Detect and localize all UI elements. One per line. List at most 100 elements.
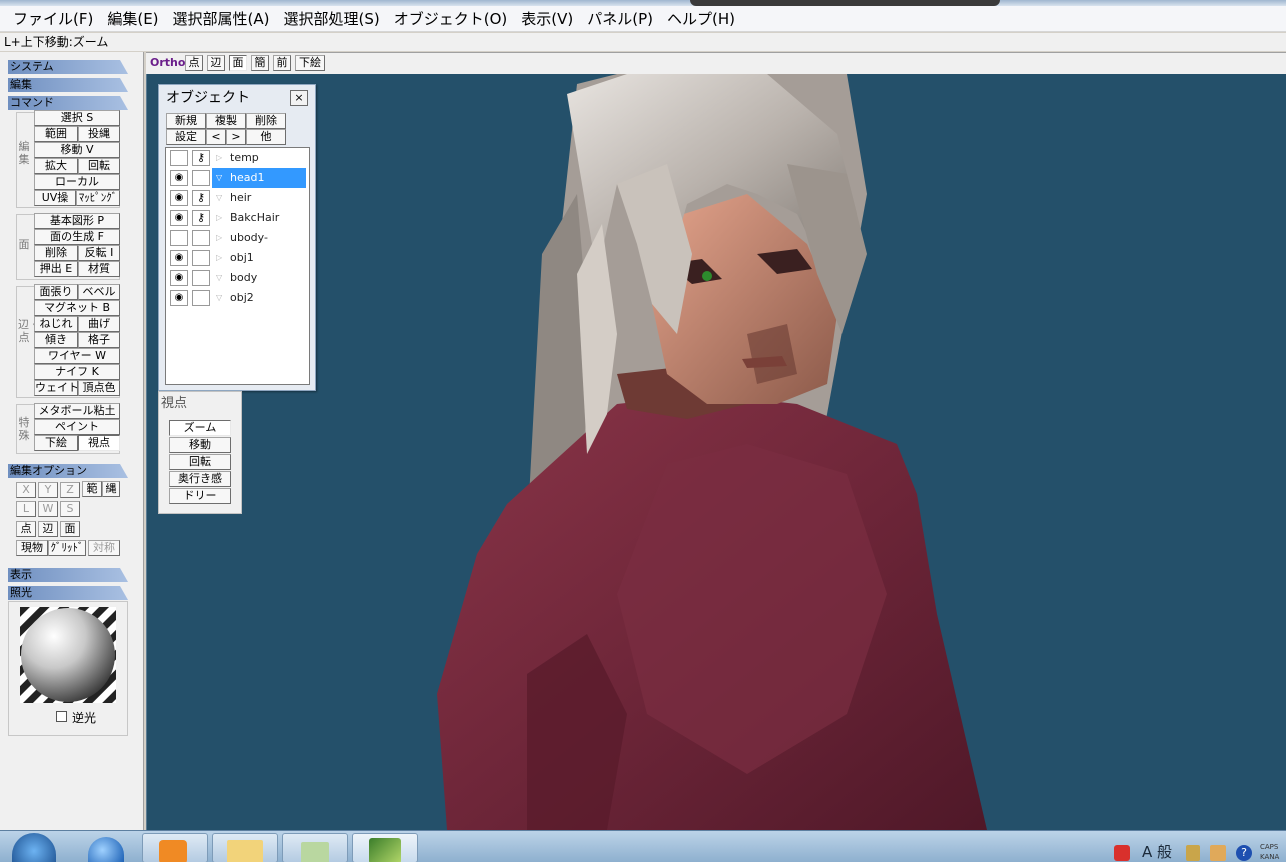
make-face-button[interactable]: 面の生成 F [34,229,120,245]
object-row[interactable]: ◉ ▽ obj2 [166,288,309,308]
move-button[interactable]: 移動 V [34,142,120,158]
eye-icon[interactable]: ◉ [170,270,188,286]
object-row[interactable]: ◉ ⚷ ▷ BakcHair [166,208,309,228]
browser-icon[interactable] [88,837,124,862]
visibility-toggle[interactable] [170,150,188,166]
lock-toggle[interactable] [192,290,210,306]
delete-button[interactable]: 削除 [34,245,78,261]
menu-selection-attributes[interactable]: 選択部属性(A) [166,6,277,32]
lock-icon[interactable]: ⚷ [192,150,210,166]
view-front-button[interactable]: 前 [273,55,291,71]
move-down-button[interactable]: > [226,129,246,145]
magnet-button[interactable]: マグネット B [34,300,120,316]
lock-toggle[interactable] [192,250,210,266]
section-command[interactable]: コマンド [8,96,128,110]
app-task[interactable] [282,833,348,862]
lock-toggle[interactable] [192,270,210,286]
view-face-button[interactable]: 面 [229,55,247,71]
lock-icon[interactable]: ⚷ [192,210,210,226]
ortho-toggle[interactable]: Ortho [150,56,185,69]
visibility-toggle[interactable] [170,230,188,246]
metaball-button[interactable]: メタボール粘土 [34,403,120,419]
help-icon[interactable]: ? [1236,845,1252,861]
delete-object-button[interactable]: 削除 [246,113,286,129]
light-sphere-preview[interactable] [20,607,116,703]
zoom-button[interactable]: ズーム [169,420,231,436]
lattice-button[interactable]: 格子 [78,332,120,348]
menu-help[interactable]: ヘルプ(H) [660,6,742,32]
lasso-button[interactable]: 投縄 [78,126,120,142]
menu-edit[interactable]: 編集(E) [100,6,165,32]
menu-object[interactable]: オブジェクト(O) [387,6,515,32]
view-simple-button[interactable]: 簡 [251,55,269,71]
expand-icon[interactable]: ▷ [216,251,222,265]
uv-button[interactable]: UV操 [34,190,76,206]
menu-panel[interactable]: パネル(P) [580,6,660,32]
orbit-button[interactable]: 回転 [169,454,231,470]
local-button[interactable]: ローカル [34,174,120,190]
range-mode-toggle[interactable]: 範 [82,481,102,497]
menu-selection-process[interactable]: 選択部処理(S) [277,6,387,32]
rotate-button[interactable]: 回転 [78,158,120,174]
paint-button[interactable]: ペイント [34,419,120,435]
coord-s-toggle[interactable]: S [60,501,80,517]
range-button[interactable]: 範囲 [34,126,78,142]
edge-select-toggle[interactable]: 辺 [38,521,58,537]
object-row[interactable]: ◉ ⚷ ▽ heir [166,188,309,208]
menu-view[interactable]: 表示(V) [514,6,580,32]
dolly-button[interactable]: ドリー [169,488,231,504]
eye-icon[interactable]: ◉ [170,190,188,206]
bevel-button[interactable]: ベベル [78,284,120,300]
eye-icon[interactable]: ◉ [170,290,188,306]
expand-icon[interactable]: ▷ [216,231,222,245]
lock-toggle[interactable] [192,230,210,246]
scale-button[interactable]: 拡大 [34,158,78,174]
object-row[interactable]: ▷ ubody- [166,228,309,248]
twist-button[interactable]: ねじれ [34,316,78,332]
move-up-button[interactable]: < [206,129,226,145]
sketch-button[interactable]: 下絵 [34,435,78,451]
section-display[interactable]: 表示 [8,568,128,582]
wire-button[interactable]: ワイヤー W [34,348,120,364]
mapping-button[interactable]: ﾏｯﾋﾟﾝｸﾞ [76,190,120,206]
tilt-button[interactable]: 傾き [34,332,78,348]
eye-icon[interactable]: ◉ [170,210,188,226]
face-select-toggle[interactable]: 面 [60,521,80,537]
explorer-task[interactable] [212,833,278,862]
collapse-icon[interactable]: ▽ [216,171,222,185]
pan-button[interactable]: 移動 [169,437,231,453]
knife-button[interactable]: ナイフ K [34,364,120,380]
object-row[interactable]: ◉ ▷ obj1 [166,248,309,268]
invert-button[interactable]: 反転 I [78,245,120,261]
weight-button[interactable]: ウェイト [34,380,78,396]
object-settings-button[interactable]: 設定 [166,129,206,145]
lasso-mode-toggle[interactable]: 縄 [102,481,120,497]
section-edit[interactable]: 編集 [8,78,128,92]
3d-viewport[interactable] [146,74,1286,830]
view-sketch-button[interactable]: 下絵 [295,55,325,71]
media-player-task[interactable] [142,833,208,862]
extrude-button[interactable]: 押出 E [34,261,78,277]
lock-toggle[interactable] [192,170,210,186]
expand-icon[interactable]: ▷ [216,211,222,225]
menu-file[interactable]: ファイル(F) [6,6,100,32]
symmetry-toggle[interactable]: 対称 [88,540,120,556]
vertex-color-button[interactable]: 頂点色 [78,380,120,396]
eye-icon[interactable]: ◉ [170,170,188,186]
close-icon[interactable]: × [290,90,308,106]
axis-x-toggle[interactable]: X [16,482,36,498]
object-row[interactable]: ◉ ▽ head1 [166,168,309,188]
select-button[interactable]: 選択 S [34,110,120,126]
current-object-toggle[interactable]: 現物 [16,540,48,556]
view-point-button[interactable]: 点 [185,55,203,71]
object-row[interactable]: ◉ ▽ body [166,268,309,288]
collapse-icon[interactable]: ▽ [216,291,222,305]
duplicate-object-button[interactable]: 複製 [206,113,246,129]
start-icon[interactable] [12,833,56,862]
face-stretch-button[interactable]: 面張り [34,284,78,300]
perspective-button[interactable]: 奥行き感 [169,471,231,487]
axis-z-toggle[interactable]: Z [60,482,80,498]
expand-icon[interactable]: ▷ [216,151,222,165]
viewpoint-button[interactable]: 視点 [78,435,120,451]
ime-mode-indicator[interactable]: A 般 [1142,841,1172,862]
